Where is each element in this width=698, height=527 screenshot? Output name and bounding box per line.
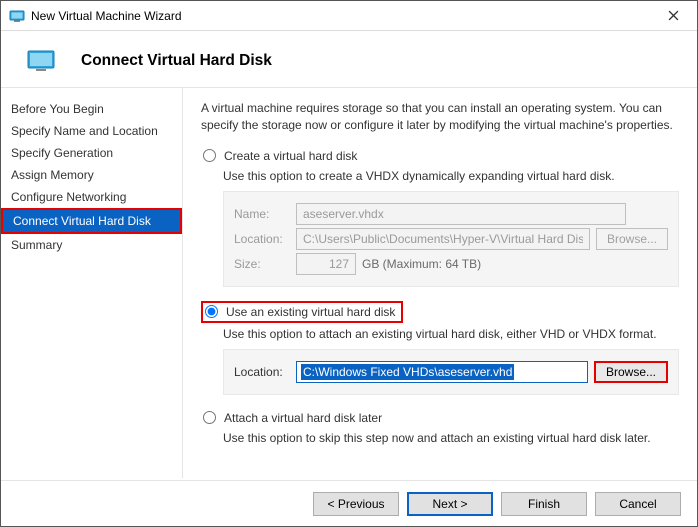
finish-button[interactable]: Finish [501,492,587,516]
radio-attach-later[interactable] [203,411,216,424]
page-header: Connect Virtual Hard Disk [1,31,697,79]
page-icon [25,49,57,73]
create-size-unit: GB (Maximum: 64 TB) [362,257,481,271]
next-button[interactable]: Next > [407,492,493,516]
create-disk-panel: Name: Location: Browse... Size: GB (Maxi… [223,191,679,287]
radio-existing-disk[interactable] [205,305,218,318]
existing-browse-button[interactable]: Browse... [594,361,668,383]
titlebar: New Virtual Machine Wizard [1,1,697,31]
page-title: Connect Virtual Hard Disk [81,52,272,70]
wizard-footer: < Previous Next > Finish Cancel [1,480,697,526]
radio-existing-disk-label: Use an existing virtual hard disk [226,305,395,319]
create-location-input [296,228,590,250]
create-location-label: Location: [234,232,296,246]
existing-disk-desc: Use this option to attach an existing vi… [223,327,679,341]
wizard-window: New Virtual Machine Wizard Connect Virtu… [0,0,698,527]
step-before-you-begin[interactable]: Before You Begin [1,98,182,120]
create-size-input [296,253,356,275]
intro-text: A virtual machine requires storage so th… [201,100,679,135]
radio-create-disk[interactable] [203,149,216,162]
radio-create-disk-label: Create a virtual hard disk [224,149,357,163]
existing-location-input[interactable]: C:\Windows Fixed VHDs\aseserver.vhd [296,361,588,383]
option-create-disk: Create a virtual hard disk Use this opti… [201,147,679,287]
create-size-label: Size: [234,257,296,271]
option-attach-later: Attach a virtual hard disk later Use thi… [201,409,679,445]
step-assign-memory[interactable]: Assign Memory [1,164,182,186]
step-specify-name-location[interactable]: Specify Name and Location [1,120,182,142]
app-icon [9,8,25,24]
option-existing-disk: Use an existing virtual hard disk Use th… [201,301,679,395]
wizard-body: Before You Begin Specify Name and Locati… [1,88,697,478]
existing-disk-panel: Location: C:\Windows Fixed VHDs\aseserve… [223,349,679,395]
create-name-input [296,203,626,225]
existing-location-label: Location: [234,365,296,379]
attach-later-desc: Use this option to skip this step now an… [223,431,679,445]
radio-attach-later-label: Attach a virtual hard disk later [224,411,382,425]
cancel-button[interactable]: Cancel [595,492,681,516]
previous-button[interactable]: < Previous [313,492,399,516]
close-button[interactable] [653,2,693,30]
step-specify-generation[interactable]: Specify Generation [1,142,182,164]
create-name-label: Name: [234,207,296,221]
main-content: A virtual machine requires storage so th… [183,88,697,478]
step-summary[interactable]: Summary [1,234,182,256]
step-configure-networking[interactable]: Configure Networking [1,186,182,208]
step-connect-virtual-hard-disk[interactable]: Connect Virtual Hard Disk [1,208,182,234]
create-browse-button: Browse... [596,228,668,250]
create-disk-desc: Use this option to create a VHDX dynamic… [223,169,679,183]
step-sidebar: Before You Begin Specify Name and Locati… [1,88,183,478]
window-title: New Virtual Machine Wizard [31,9,653,23]
